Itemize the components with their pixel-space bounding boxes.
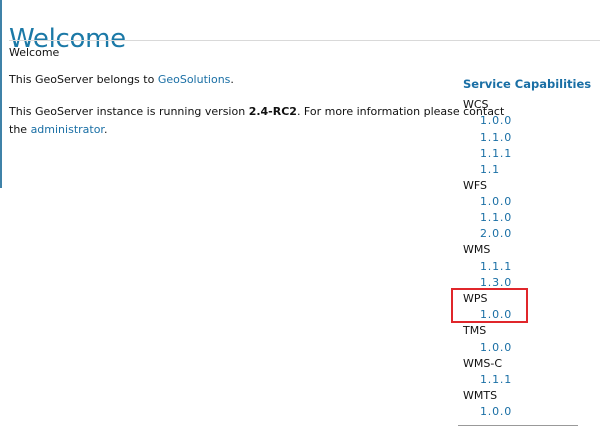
wfs-version-link[interactable]: 1.1.0 [480, 211, 512, 224]
welcome-message: Welcome [9, 46, 60, 59]
left-border-accent [0, 0, 2, 188]
wmts-version-link[interactable]: 1.0.0 [480, 405, 512, 418]
wfs-version-link[interactable]: 1.0.0 [480, 195, 512, 208]
service-name-wfs: WFS [463, 179, 487, 192]
admin-line: the administrator. [9, 120, 107, 139]
version-line: This GeoServer instance is running versi… [9, 102, 504, 121]
owner-suffix: . [230, 73, 234, 86]
wcs-version-link[interactable]: 1.0.0 [480, 114, 512, 127]
wcs-version-link[interactable]: 1.1.1 [480, 147, 512, 160]
title-divider [9, 40, 600, 41]
version-number: 2.4-RC2 [248, 105, 297, 118]
service-name-wcs: WCS [463, 98, 489, 111]
admin-suffix: . [103, 123, 108, 136]
service-name-wps: WPS [463, 292, 488, 305]
owner-link[interactable]: GeoSolutions [158, 73, 231, 86]
service-name-wms-c: WMS-C [463, 357, 502, 370]
wfs-version-link[interactable]: 2.0.0 [480, 227, 512, 240]
wcs-version-link[interactable]: 1.1.0 [480, 131, 512, 144]
wps-version-link[interactable]: 1.0.0 [480, 308, 512, 321]
service-capabilities-heading: Service Capabilities [463, 77, 592, 91]
admin-prefix: the [9, 123, 31, 136]
wms-c-version-link[interactable]: 1.1.1 [480, 373, 512, 386]
wcs-version-link[interactable]: 1.1 [480, 163, 500, 176]
owner-line: This GeoServer belongs to GeoSolutions. [9, 70, 234, 89]
service-name-wms: WMS [463, 243, 491, 256]
wms-version-link[interactable]: 1.1.1 [480, 260, 512, 273]
sidebar-bottom-divider [458, 425, 578, 426]
service-name-tms: TMS [463, 324, 487, 337]
administrator-link[interactable]: administrator [31, 123, 104, 136]
owner-prefix: This GeoServer belongs to [9, 73, 158, 86]
version-prefix: This GeoServer instance is running versi… [9, 105, 249, 118]
service-name-wmts: WMTS [463, 389, 498, 402]
tms-version-link[interactable]: 1.0.0 [480, 341, 512, 354]
